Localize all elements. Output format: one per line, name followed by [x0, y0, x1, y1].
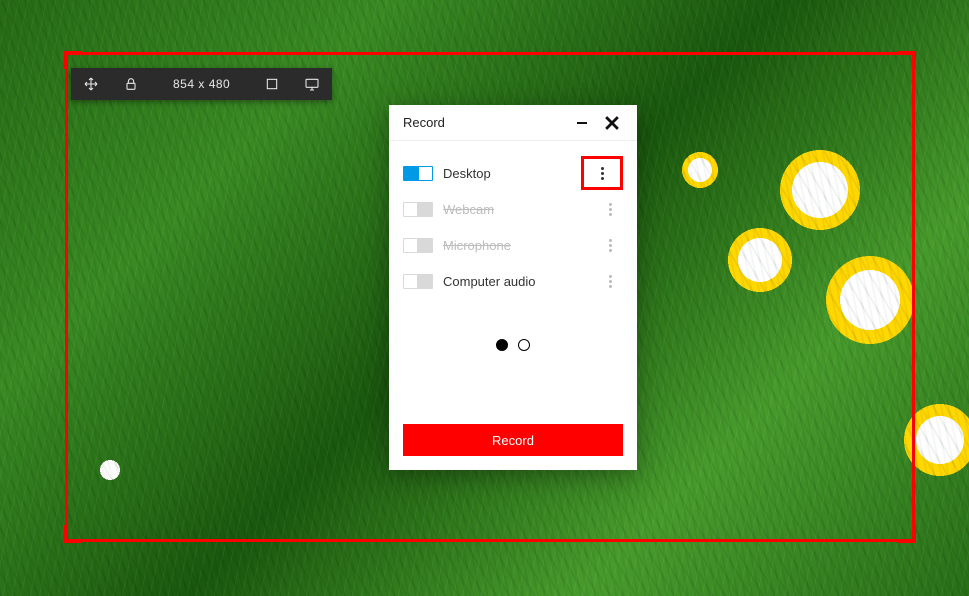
resolution-label[interactable]: 854 x 480 [151, 68, 252, 100]
minimize-button[interactable] [567, 108, 597, 138]
page-dot-1[interactable] [496, 339, 508, 351]
panel-titlebar[interactable]: Record [389, 105, 637, 141]
option-row-webcam: Webcam [403, 191, 623, 227]
option-label-desktop: Desktop [443, 166, 581, 181]
lock-icon[interactable] [111, 68, 151, 100]
option-row-microphone: Microphone [403, 227, 623, 263]
kebab-icon [601, 167, 604, 180]
toggle-desktop[interactable] [403, 166, 433, 181]
record-button[interactable]: Record [403, 424, 623, 456]
toggle-microphone[interactable] [403, 238, 433, 253]
panel-footer: Record [389, 410, 637, 470]
kebab-icon [609, 203, 612, 216]
move-icon[interactable] [71, 68, 111, 100]
panel-body: Desktop Webcam Microphone Computer audio [389, 141, 637, 410]
more-menu-microphone[interactable] [597, 232, 623, 258]
monitor-icon[interactable] [292, 68, 332, 100]
kebab-icon [609, 275, 612, 288]
toggle-computer-audio[interactable] [403, 274, 433, 289]
kebab-icon [609, 239, 612, 252]
close-button[interactable] [597, 108, 627, 138]
more-menu-webcam[interactable] [597, 196, 623, 222]
capture-toolbar: 854 x 480 [71, 68, 332, 100]
option-row-computer-audio: Computer audio [403, 263, 623, 299]
option-label-microphone: Microphone [443, 238, 597, 253]
panel-title: Record [403, 115, 567, 130]
window-icon[interactable] [252, 68, 292, 100]
more-menu-computer-audio[interactable] [597, 268, 623, 294]
option-label-webcam: Webcam [443, 202, 597, 217]
page-dot-2[interactable] [518, 339, 530, 351]
toggle-webcam[interactable] [403, 202, 433, 217]
record-panel: Record Desktop Webcam Microphone [389, 105, 637, 470]
option-label-computer-audio: Computer audio [443, 274, 597, 289]
more-menu-desktop[interactable] [581, 156, 623, 190]
page-indicator [403, 339, 623, 351]
option-row-desktop: Desktop [403, 155, 623, 191]
